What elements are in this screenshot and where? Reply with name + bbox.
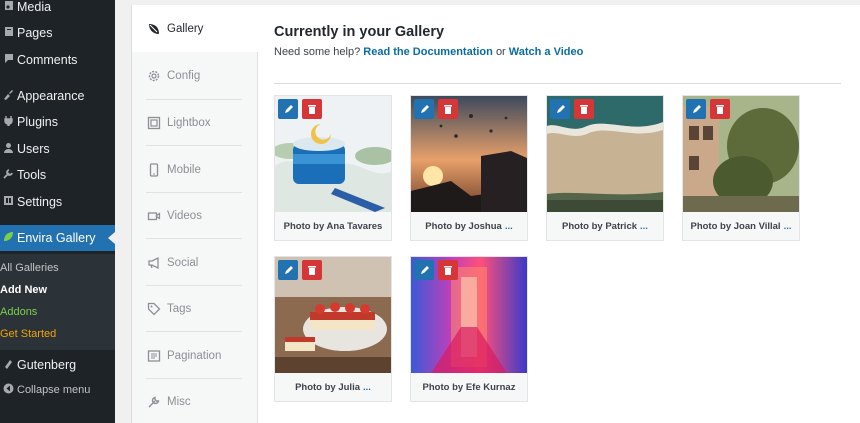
- edit-image-button[interactable]: [278, 260, 298, 280]
- documentation-link[interactable]: Read the Documentation: [363, 46, 493, 58]
- media-icon: [0, 0, 17, 14]
- appearance-icon: [0, 89, 17, 103]
- trash-icon: [580, 104, 588, 114]
- image-caption: Photo by Joshua...: [411, 212, 527, 240]
- menu-appearance[interactable]: Appearance: [0, 83, 115, 109]
- image-caption: Photo by Joan Villal...: [683, 212, 799, 240]
- image-caption: Photo by Patrick...: [547, 212, 663, 240]
- pencil-icon: [420, 265, 429, 274]
- envira-leaf-icon: [0, 231, 17, 245]
- tab-tags[interactable]: Tags: [132, 285, 258, 332]
- edit-image-button[interactable]: [550, 99, 570, 119]
- page-title: Currently in your Gallery: [274, 24, 445, 40]
- wrench-icon: [146, 394, 162, 410]
- gear-icon: [146, 68, 162, 84]
- pagination-icon: [146, 348, 162, 364]
- delete-image-button[interactable]: [302, 260, 322, 280]
- image-caption: Photo by Efe Kurnaz: [411, 373, 527, 401]
- gallery-image-card[interactable]: Photo by Julia...: [274, 256, 392, 402]
- gallery-image-card[interactable]: Photo by Ana Tavares: [274, 95, 392, 241]
- menu-plugins[interactable]: Plugins: [0, 109, 115, 135]
- lightbox-icon: [146, 115, 162, 131]
- menu-collapse[interactable]: Collapse menu: [0, 377, 115, 403]
- delete-image-button[interactable]: [438, 260, 458, 280]
- pencil-icon: [284, 265, 293, 274]
- tab-misc[interactable]: Misc: [132, 378, 258, 423]
- tools-icon: [0, 168, 17, 182]
- users-icon: [0, 142, 17, 156]
- mobile-icon: [146, 162, 162, 178]
- collapse-icon: [0, 383, 17, 397]
- edit-image-button[interactable]: [686, 99, 706, 119]
- submenu-get-started-label: Get Started: [0, 328, 57, 340]
- comments-icon: [0, 53, 17, 67]
- image-caption: Photo by Ana Tavares: [275, 212, 391, 240]
- admin-sidebar: Media Pages Comments Appearance Plugins …: [0, 0, 115, 423]
- image-caption: Photo by Julia...: [275, 373, 391, 401]
- menu-settings[interactable]: Settings: [0, 189, 115, 215]
- envira-submenu: All Galleries Add New Addons Get Started: [0, 254, 115, 350]
- edit-image-button[interactable]: [414, 99, 434, 119]
- plugins-icon: [0, 115, 17, 129]
- submenu-all-galleries[interactable]: All Galleries: [0, 262, 59, 274]
- tab-pagination[interactable]: Pagination: [132, 332, 258, 379]
- delete-image-button[interactable]: [438, 99, 458, 119]
- pages-icon: [0, 26, 17, 40]
- tab-config[interactable]: Config: [132, 52, 258, 99]
- delete-image-button[interactable]: [574, 99, 594, 119]
- watch-video-link[interactable]: Watch a Video: [509, 46, 584, 58]
- gallery-image-card[interactable]: Photo by Joshua...: [410, 95, 528, 241]
- pencil-icon: [692, 104, 701, 113]
- menu-pages[interactable]: Pages: [0, 20, 115, 46]
- gallery-settings-panel: Gallery Config Lightbox Mobile Videos So…: [131, 5, 860, 423]
- trash-icon: [308, 104, 316, 114]
- tag-icon: [146, 301, 162, 317]
- edit-image-button[interactable]: [414, 260, 434, 280]
- pencil-icon: [420, 104, 429, 113]
- delete-image-button[interactable]: [302, 99, 322, 119]
- menu-comments[interactable]: Comments: [0, 47, 115, 73]
- video-icon: [146, 208, 162, 224]
- edit-image-button[interactable]: [278, 99, 298, 119]
- gallery-image-card[interactable]: Photo by Patrick...: [546, 95, 664, 241]
- menu-media[interactable]: Media: [0, 0, 115, 20]
- menu-users[interactable]: Users: [0, 136, 115, 162]
- submenu-add-new[interactable]: Add New: [0, 284, 47, 296]
- megaphone-icon: [146, 255, 162, 271]
- leaf-icon: [146, 21, 162, 37]
- gallery-image-card[interactable]: Photo by Joan Villal...: [682, 95, 800, 241]
- gutenberg-icon: [0, 358, 17, 372]
- settings-icon: [0, 195, 17, 209]
- tab-videos[interactable]: Videos: [132, 192, 258, 239]
- tab-mobile[interactable]: Mobile: [132, 146, 258, 193]
- submenu-addons[interactable]: Addons: [0, 306, 37, 318]
- pencil-icon: [556, 104, 565, 113]
- divider: [274, 83, 841, 84]
- tab-gallery[interactable]: Gallery: [132, 5, 259, 52]
- submenu-add-new-label: Add New: [0, 284, 48, 296]
- trash-icon: [444, 104, 452, 114]
- pencil-icon: [284, 104, 293, 113]
- submenu-addons-label: Addons: [0, 306, 38, 318]
- current-menu-arrow: [108, 232, 115, 244]
- trash-icon: [308, 265, 316, 275]
- settings-tabs: Gallery Config Lightbox Mobile Videos So…: [132, 5, 259, 423]
- tab-lightbox[interactable]: Lightbox: [132, 99, 258, 146]
- trash-icon: [716, 104, 724, 114]
- help-text: Need some help? Read the Documentation o…: [274, 46, 584, 58]
- submenu-all-galleries-label: All Galleries: [0, 262, 59, 274]
- submenu-get-started[interactable]: Get Started: [0, 328, 56, 340]
- delete-image-button[interactable]: [710, 99, 730, 119]
- menu-gutenberg[interactable]: Gutenberg: [0, 352, 115, 378]
- trash-icon: [444, 265, 452, 275]
- menu-tools[interactable]: Tools: [0, 162, 115, 188]
- tab-social[interactable]: Social: [132, 239, 258, 286]
- menu-envira-gallery[interactable]: Envira Gallery: [0, 225, 115, 251]
- gallery-image-card[interactable]: Photo by Efe Kurnaz: [410, 256, 528, 402]
